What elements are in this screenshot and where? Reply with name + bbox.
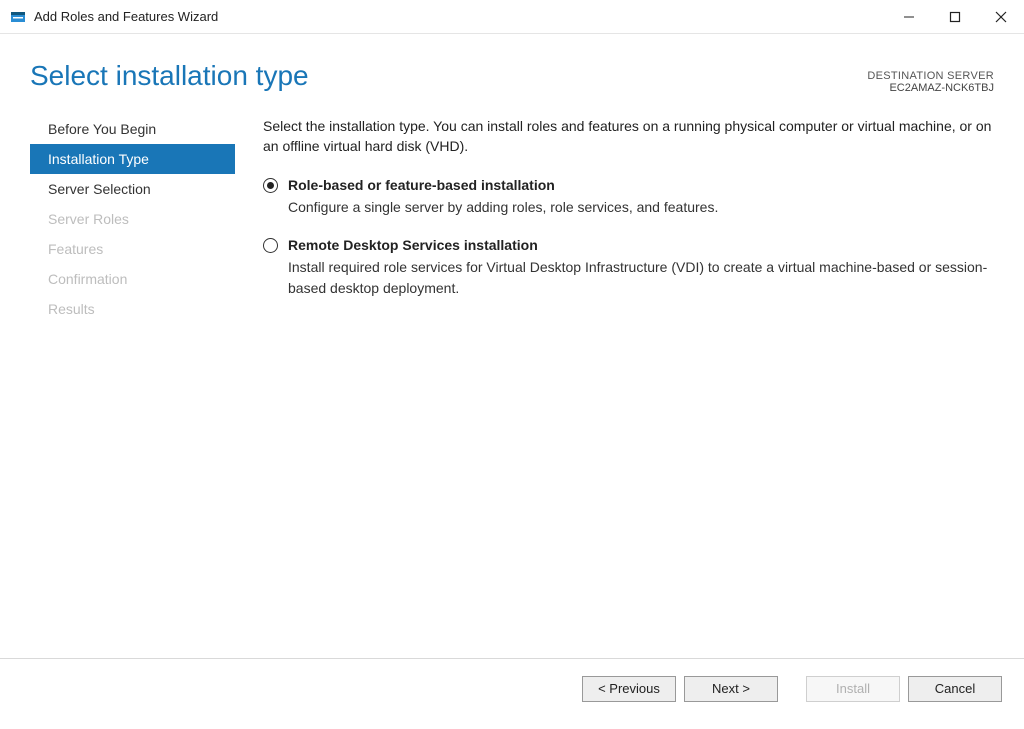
intro-text: Select the installation type. You can in… [263,116,994,157]
window-controls [886,0,1024,33]
nav-installation-type[interactable]: Installation Type [30,144,235,174]
content-area: Select the installation type. You can in… [235,110,994,658]
nav-results: Results [30,294,235,324]
minimize-button[interactable] [886,0,932,33]
option-body: Remote Desktop Services installation Ins… [288,235,994,298]
option-description: Install required role services for Virtu… [288,257,994,298]
option-body: Role-based or feature-based installation… [288,175,994,218]
destination-block: DESTINATION SERVER EC2AMAZ-NCK6TBJ [867,70,994,94]
next-button[interactable]: Next > [684,676,778,702]
option-title: Remote Desktop Services installation [288,235,994,255]
wizard-body: Before You Begin Installation Type Serve… [0,110,1024,658]
radio-remote-desktop[interactable] [263,238,278,253]
page-title: Select installation type [30,60,994,92]
option-remote-desktop[interactable]: Remote Desktop Services installation Ins… [263,235,994,298]
option-role-based[interactable]: Role-based or feature-based installation… [263,175,994,218]
cancel-button[interactable]: Cancel [908,676,1002,702]
sidebar: Before You Begin Installation Type Serve… [30,110,235,658]
nav-before-you-begin[interactable]: Before You Begin [30,114,235,144]
option-title: Role-based or feature-based installation [288,175,994,195]
titlebar: Add Roles and Features Wizard [0,0,1024,34]
wizard-icon [10,9,26,25]
nav-server-selection[interactable]: Server Selection [30,174,235,204]
footer: < Previous Next > Install Cancel [0,658,1024,718]
radio-role-based[interactable] [263,178,278,193]
nav-confirmation: Confirmation [30,264,235,294]
option-description: Configure a single server by adding role… [288,197,994,217]
nav-server-roles: Server Roles [30,204,235,234]
maximize-button[interactable] [932,0,978,33]
window-title: Add Roles and Features Wizard [34,9,886,24]
header: Select installation type DESTINATION SER… [0,34,1024,110]
destination-name: EC2AMAZ-NCK6TBJ [867,82,994,94]
destination-label: DESTINATION SERVER [867,70,994,82]
install-button: Install [806,676,900,702]
nav-features: Features [30,234,235,264]
close-button[interactable] [978,0,1024,33]
previous-button[interactable]: < Previous [582,676,676,702]
